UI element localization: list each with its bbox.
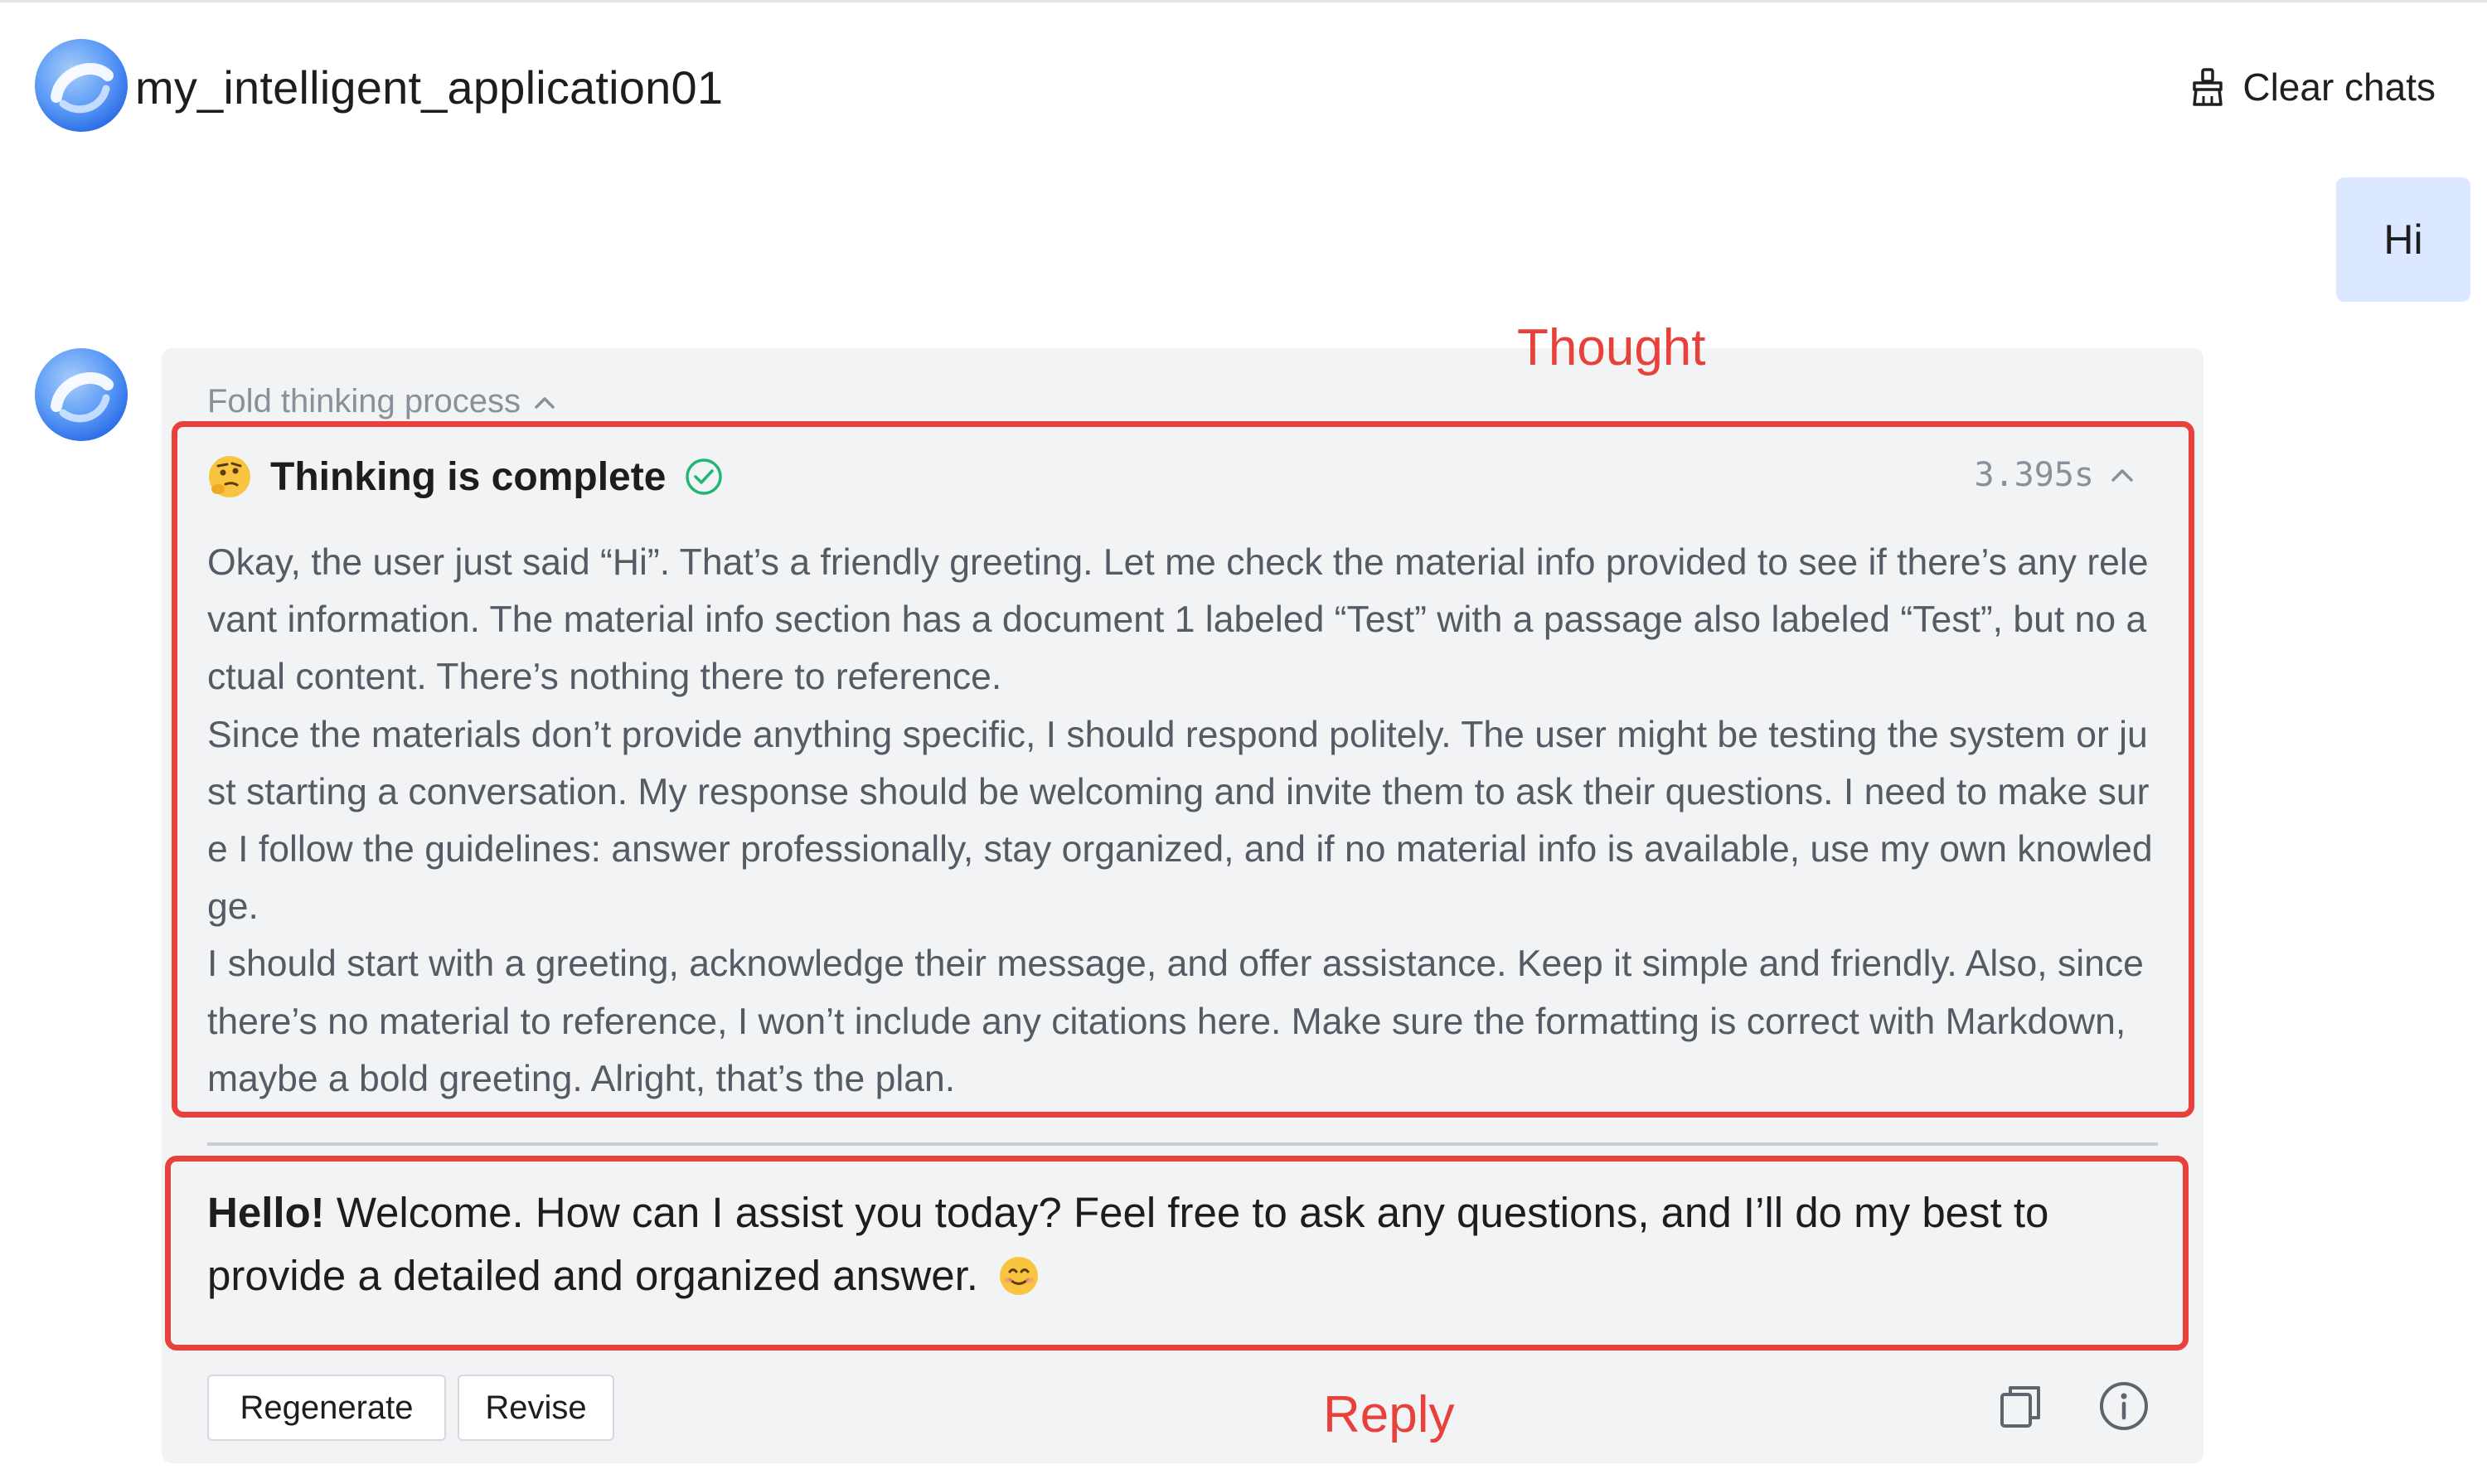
thinking-face-emoji <box>209 456 250 497</box>
thought-annotation-label: Thought <box>1517 319 1706 376</box>
chevron-up-icon <box>535 396 555 409</box>
thinking-elapsed-time: 3.395s <box>1974 456 2095 494</box>
info-icon[interactable] <box>2097 1380 2150 1433</box>
check-circle-icon <box>686 458 723 495</box>
thought-reply-divider <box>207 1142 2158 1146</box>
thinking-content: Okay, the user just said “Hi”. That’s a … <box>207 534 2164 1108</box>
thinking-paragraph: I should start with a greeting, acknowle… <box>207 943 2144 1099</box>
smiling-face-emoji <box>1000 1257 1039 1295</box>
chevron-up-icon <box>2111 469 2133 482</box>
thinking-paragraph: Since the materials don’t provide anythi… <box>207 714 2153 928</box>
regenerate-button[interactable]: Regenerate <box>207 1375 446 1441</box>
reply-annotation-label: Reply <box>1323 1386 1455 1443</box>
regenerate-label: Regenerate <box>240 1389 414 1426</box>
reply-content: Hello! Welcome. How can I assist you tod… <box>207 1181 2164 1307</box>
revise-label: Revise <box>485 1389 587 1426</box>
broom-icon <box>2193 68 2223 106</box>
top-border <box>0 0 2487 2</box>
bot-avatar-icon <box>35 348 128 441</box>
reply-greeting: Hello! <box>207 1189 325 1236</box>
app-avatar-icon <box>35 39 128 132</box>
user-message-text: Hi <box>2383 216 2423 263</box>
thinking-duration-toggle[interactable]: 3.395s <box>1975 456 2135 494</box>
revise-button[interactable]: Revise <box>458 1375 614 1441</box>
user-message-bubble: Hi <box>2336 177 2470 302</box>
clear-chats-button[interactable]: Clear chats <box>2191 58 2436 116</box>
fold-thinking-toggle[interactable]: Fold thinking process <box>207 383 555 420</box>
fold-thinking-label: Fold thinking process <box>207 383 521 419</box>
app-title: my_intelligent_application01 <box>135 61 724 114</box>
thinking-header: Thinking is complete <box>207 452 724 502</box>
thinking-paragraph: Okay, the user just said “Hi”. That’s a … <box>207 542 2149 698</box>
reply-text: Welcome. How can I assist you today? Fee… <box>207 1189 2049 1299</box>
clear-chats-label: Clear chats <box>2242 65 2436 109</box>
copy-icon[interactable] <box>1995 1381 2045 1431</box>
thinking-status: Thinking is complete <box>270 454 667 499</box>
